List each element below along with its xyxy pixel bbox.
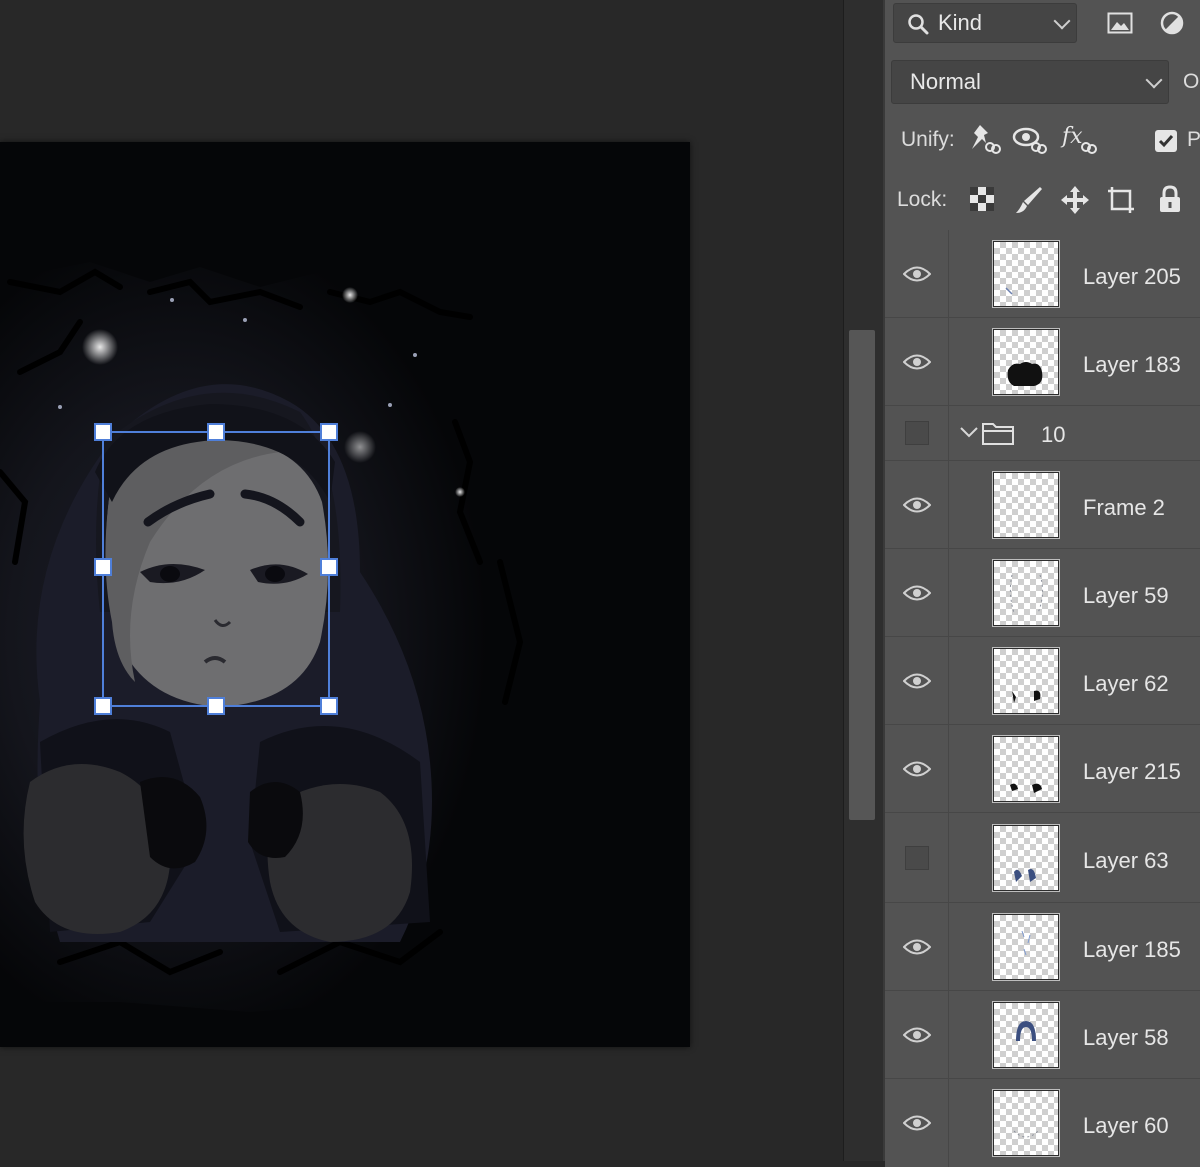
unify-row: Unify: fx P: [885, 110, 1200, 169]
filter-kind-dropdown[interactable]: Kind: [893, 3, 1077, 43]
layer-name[interactable]: Layer 58: [1083, 1025, 1169, 1051]
eye-icon: [902, 585, 931, 600]
lock-all-padlock-icon[interactable]: [1155, 184, 1185, 214]
transform-handle-bottom-center[interactable]: [207, 697, 225, 715]
eye-icon: [902, 761, 931, 776]
layer-visibility-toggle[interactable]: [885, 991, 949, 1078]
layer-visibility-toggle[interactable]: [885, 230, 949, 317]
group-name[interactable]: 10: [1041, 422, 1065, 448]
layer-name[interactable]: Layer 62: [1083, 671, 1169, 697]
folder-icon: [981, 420, 1015, 446]
layer-row[interactable]: Layer 58: [885, 991, 1200, 1079]
layer-row[interactable]: Layer 60: [885, 1079, 1200, 1167]
chevron-down-icon[interactable]: [959, 422, 979, 442]
opacity-label: O: [1183, 70, 1200, 93]
unify-style-fx-icon[interactable]: fx: [1059, 120, 1099, 158]
image-filter-icon[interactable]: [1105, 8, 1135, 38]
layer-thumbnail: [992, 1089, 1060, 1157]
layer-visibility-toggle[interactable]: [885, 1079, 949, 1167]
blend-mode-dropdown[interactable]: Normal: [891, 60, 1169, 104]
hidden-visibility-box: [904, 845, 929, 870]
layer-row[interactable]: Layer 62: [885, 637, 1200, 725]
layer-row[interactable]: Layer 205: [885, 230, 1200, 318]
layers-panel: Kind Normal O Unify: fx P Lock: Layer 20…: [883, 0, 1200, 1167]
eye-icon: [902, 266, 931, 281]
transform-handle-top-center[interactable]: [207, 423, 225, 441]
unify-label: Unify:: [901, 128, 955, 151]
document-canvas[interactable]: [0, 142, 690, 1047]
hidden-visibility-box: [904, 421, 929, 445]
eye-icon: [902, 497, 931, 512]
layer-name[interactable]: Layer 215: [1083, 759, 1181, 785]
lock-artboard-icon[interactable]: [1105, 184, 1137, 216]
layer-visibility-toggle[interactable]: [885, 813, 949, 902]
layer-visibility-toggle[interactable]: [885, 549, 949, 636]
adjustment-filter-icon[interactable]: [1157, 8, 1187, 38]
layer-thumbnail: [992, 913, 1060, 981]
eye-icon: [902, 673, 931, 688]
chevron-down-icon: [1145, 71, 1163, 89]
lock-transparent-pixels-icon[interactable]: [967, 184, 997, 214]
layer-name[interactable]: Layer 59: [1083, 583, 1169, 609]
transform-handle-top-left[interactable]: [94, 423, 112, 441]
transform-handle-middle-right[interactable]: [320, 558, 338, 576]
blend-mode-value: Normal: [910, 69, 981, 94]
layer-name[interactable]: Layer 60: [1083, 1113, 1169, 1139]
search-icon: [906, 12, 930, 36]
layer-visibility-toggle[interactable]: [885, 725, 949, 812]
layer-name[interactable]: Layer 205: [1083, 264, 1181, 290]
layer-row[interactable]: Layer 215: [885, 725, 1200, 813]
lock-image-pixels-brush-icon[interactable]: [1013, 184, 1045, 216]
lock-label: Lock:: [897, 188, 948, 211]
layer-thumbnail: [992, 471, 1060, 539]
layer-visibility-toggle[interactable]: [885, 406, 949, 460]
layer-group-row[interactable]: 10: [885, 406, 1200, 461]
layer-visibility-toggle[interactable]: [885, 903, 949, 990]
eye-icon: [902, 939, 931, 954]
propagate-frame-checkbox[interactable]: [1155, 130, 1177, 152]
transform-handle-top-right[interactable]: [320, 423, 338, 441]
layer-thumbnail: [992, 647, 1060, 715]
layer-thumbnail: [992, 559, 1060, 627]
layer-visibility-toggle[interactable]: [885, 318, 949, 405]
lock-position-move-icon[interactable]: [1059, 184, 1091, 216]
layer-name[interactable]: Layer 183: [1083, 352, 1181, 378]
propagate-frame-label: P: [1187, 128, 1200, 151]
layer-thumbnail: [992, 735, 1060, 803]
eye-icon: [902, 354, 931, 369]
layer-name[interactable]: Layer 63: [1083, 848, 1169, 874]
eye-icon: [902, 1115, 931, 1131]
chevron-down-icon: [1053, 12, 1071, 30]
layer-row[interactable]: Frame 2: [885, 461, 1200, 549]
layer-visibility-toggle[interactable]: [885, 461, 949, 548]
scrollbar-thumb[interactable]: [849, 330, 875, 820]
transform-handle-bottom-left[interactable]: [94, 697, 112, 715]
layer-name[interactable]: Layer 185: [1083, 937, 1181, 963]
lock-row: Lock:: [885, 168, 1200, 231]
filter-kind-label: Kind: [938, 10, 983, 35]
layer-name[interactable]: Frame 2: [1083, 495, 1165, 521]
artwork-illustration: [0, 142, 690, 1047]
layer-row[interactable]: Layer 59: [885, 549, 1200, 637]
blend-mode-row: Normal O: [885, 48, 1200, 111]
layer-visibility-toggle[interactable]: [885, 637, 949, 724]
canvas-vertical-scrollbar[interactable]: [843, 0, 884, 1161]
unify-visibility-icon[interactable]: [1011, 120, 1049, 158]
layer-thumbnail: [992, 1001, 1060, 1069]
layer-row[interactable]: Layer 183: [885, 318, 1200, 406]
transform-handle-middle-left[interactable]: [94, 558, 112, 576]
layer-thumbnail: [992, 240, 1060, 308]
svg-text:fx: fx: [1060, 124, 1083, 149]
layer-filter-row: Kind: [885, 0, 1200, 49]
canvas-workspace[interactable]: [0, 0, 843, 1161]
layer-row[interactable]: Layer 185: [885, 903, 1200, 991]
transform-handle-bottom-right[interactable]: [320, 697, 338, 715]
eye-icon: [902, 1027, 931, 1042]
layer-thumbnail: [992, 824, 1060, 892]
unify-position-icon[interactable]: [965, 120, 1003, 158]
layer-thumbnail: [992, 328, 1060, 396]
layer-row[interactable]: Layer 63: [885, 813, 1200, 903]
